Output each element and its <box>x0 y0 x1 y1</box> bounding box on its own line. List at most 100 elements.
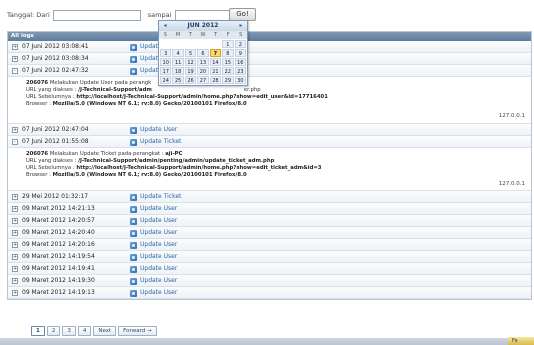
log-date: 09 Maret 2012 14:19:13 <box>22 289 95 296</box>
page-2-button[interactable]: 2 <box>46 326 61 336</box>
log-action[interactable]: Update User <box>130 287 177 299</box>
calendar-day[interactable]: 7 <box>209 49 222 57</box>
log-action[interactable]: Update User <box>130 227 177 239</box>
table-row[interactable]: + 07 Juni 2012 03:08:34 Update <box>8 53 531 65</box>
calendar-day[interactable]: 29 <box>222 76 234 84</box>
calendar-day[interactable]: 27 <box>197 76 209 84</box>
to-date-input[interactable] <box>175 9 236 21</box>
table-row[interactable]: + 09 Maret 2012 14:19:41 Update User <box>8 263 531 275</box>
calendar-day[interactable]: 15 <box>222 58 234 66</box>
calendar-day[interactable]: 24 <box>160 76 172 84</box>
table-row[interactable]: - 07 Juni 2012 01:55:08 Update Ticket <box>8 136 531 148</box>
log-date: 09 Maret 2012 14:20:40 <box>22 229 95 236</box>
expand-icon[interactable]: + <box>12 278 18 284</box>
expand-icon[interactable]: + <box>12 266 18 272</box>
calendar-day[interactable]: 4 <box>172 49 184 57</box>
collapse-icon[interactable]: - <box>12 139 18 145</box>
log-action[interactable]: Update Ticket <box>130 191 181 203</box>
collapse-icon[interactable]: - <box>12 68 18 74</box>
calendar-day[interactable]: 6 <box>197 49 209 57</box>
log-date: 09 Maret 2012 14:20:16 <box>22 241 95 248</box>
calendar-day[interactable]: 2 <box>234 40 246 48</box>
log-action[interactable]: Update User <box>130 251 177 263</box>
weekday-label: M <box>175 32 181 38</box>
table-row[interactable]: + 09 Maret 2012 14:20:16 Update User <box>8 239 531 251</box>
detail-description: 206076 Melakukan Update User pada perang… <box>26 80 152 86</box>
table-row[interactable]: + 09 Maret 2012 14:19:13 Update User <box>8 287 531 299</box>
expand-icon[interactable]: + <box>12 230 18 236</box>
expand-icon[interactable]: + <box>12 254 18 260</box>
calendar-day[interactable]: 10 <box>160 58 172 66</box>
expand-icon[interactable]: + <box>12 242 18 248</box>
calendar-day[interactable]: 13 <box>197 58 209 66</box>
tray-item[interactable]: Fe <box>508 337 534 345</box>
calendar-day[interactable]: 17 <box>160 67 172 75</box>
table-row[interactable]: + 29 Mei 2012 01:32:17 Update Ticket <box>8 191 531 203</box>
log-date: 09 Maret 2012 14:20:57 <box>22 217 95 224</box>
calendar-day[interactable]: 5 <box>184 49 197 57</box>
detail-description: 206076 Melakukan Update Ticket pada pera… <box>26 151 183 157</box>
log-action[interactable]: Update <box>130 65 162 77</box>
log-action[interactable]: Update User <box>130 124 177 136</box>
expand-icon[interactable]: + <box>12 56 18 62</box>
expand-icon[interactable]: + <box>12 218 18 224</box>
page-4-button[interactable]: 4 <box>77 326 92 336</box>
calendar-day[interactable]: 28 <box>209 76 222 84</box>
expand-icon[interactable]: + <box>12 194 18 200</box>
table-row[interactable]: + 09 Maret 2012 14:20:57 Update User <box>8 215 531 227</box>
table-row[interactable]: + 09 Maret 2012 14:19:30 Update User <box>8 275 531 287</box>
table-row[interactable]: + 07 Juni 2012 03:08:41 Update <box>8 41 531 53</box>
table-row[interactable]: + 09 Maret 2012 14:20:40 Update User <box>8 227 531 239</box>
next-month-icon[interactable]: ▸ <box>238 23 244 29</box>
page-3-button[interactable]: 3 <box>62 326 76 336</box>
log-action[interactable]: Update User <box>130 239 177 251</box>
calendar-days: 1 2 3 4 5 6 7 8 9 10 11 12 13 14 15 16 17 18 19 20 21 22 23 24 2… <box>159 39 247 85</box>
next-button[interactable]: Next <box>93 326 117 336</box>
calendar-day[interactable]: 22 <box>222 67 234 75</box>
calendar-day[interactable]: 21 <box>209 67 222 75</box>
log-action[interactable]: Update Ticket <box>130 136 181 148</box>
calendar-day[interactable]: 19 <box>184 67 197 75</box>
calendar-day[interactable]: 16 <box>234 58 246 66</box>
calendar-day[interactable]: 1 <box>222 40 234 48</box>
calendar-day[interactable]: 8 <box>222 49 234 57</box>
log-detail: 206076 Melakukan Update Ticket pada pera… <box>8 148 531 191</box>
calendar-day[interactable]: 9 <box>234 49 246 57</box>
expand-icon[interactable]: + <box>12 290 18 296</box>
table-row[interactable]: + 09 Maret 2012 14:19:54 Update User <box>8 251 531 263</box>
table-row[interactable]: + 07 Juni 2012 02:47:04 Update User <box>8 124 531 136</box>
expand-icon[interactable]: + <box>12 206 18 212</box>
forward-button[interactable]: Forward → <box>118 326 157 336</box>
calendar-day[interactable]: 25 <box>172 76 184 84</box>
calendar-day[interactable]: 23 <box>234 67 246 75</box>
user-update-icon <box>130 229 137 237</box>
calendar-day[interactable]: 30 <box>234 76 246 84</box>
from-date-input[interactable] <box>52 9 141 21</box>
calendar-day[interactable]: 20 <box>197 67 209 75</box>
calendar-day[interactable]: 3 <box>160 49 172 57</box>
log-action[interactable]: Update <box>130 41 162 53</box>
calendar-day[interactable]: 12 <box>184 58 197 66</box>
log-action[interactable]: Update User <box>130 263 177 275</box>
log-date: 07 Juni 2012 03:08:34 <box>22 55 89 62</box>
user-update-icon <box>130 67 137 75</box>
table-row[interactable]: + 09 Maret 2012 14:21:13 Update User <box>8 203 531 215</box>
calendar-day[interactable]: 11 <box>172 58 184 66</box>
log-action[interactable]: Update <box>130 53 162 65</box>
user-update-icon <box>130 253 137 261</box>
calendar-day[interactable]: 14 <box>209 58 222 66</box>
calendar-month-title: JUN 2012 <box>187 22 219 29</box>
page-1-button[interactable]: 1 <box>31 326 45 336</box>
calendar-day[interactable]: 26 <box>184 76 197 84</box>
log-action[interactable]: Update User <box>130 203 177 215</box>
log-action[interactable]: Update User <box>130 215 177 227</box>
log-date: 09 Maret 2012 14:19:41 <box>22 265 95 272</box>
expand-icon[interactable]: + <box>12 44 18 50</box>
calendar-empty-cell <box>160 40 171 48</box>
prev-month-icon[interactable]: ◂ <box>162 23 168 29</box>
table-row[interactable]: - 07 Juni 2012 02:47:32 Update <box>8 65 531 77</box>
detail-browser: Browser : Mozilla/5.0 (Windows NT 6.1; r… <box>26 101 247 107</box>
expand-icon[interactable]: + <box>12 127 18 133</box>
calendar-day[interactable]: 18 <box>172 67 184 75</box>
log-action[interactable]: Update User <box>130 275 177 287</box>
